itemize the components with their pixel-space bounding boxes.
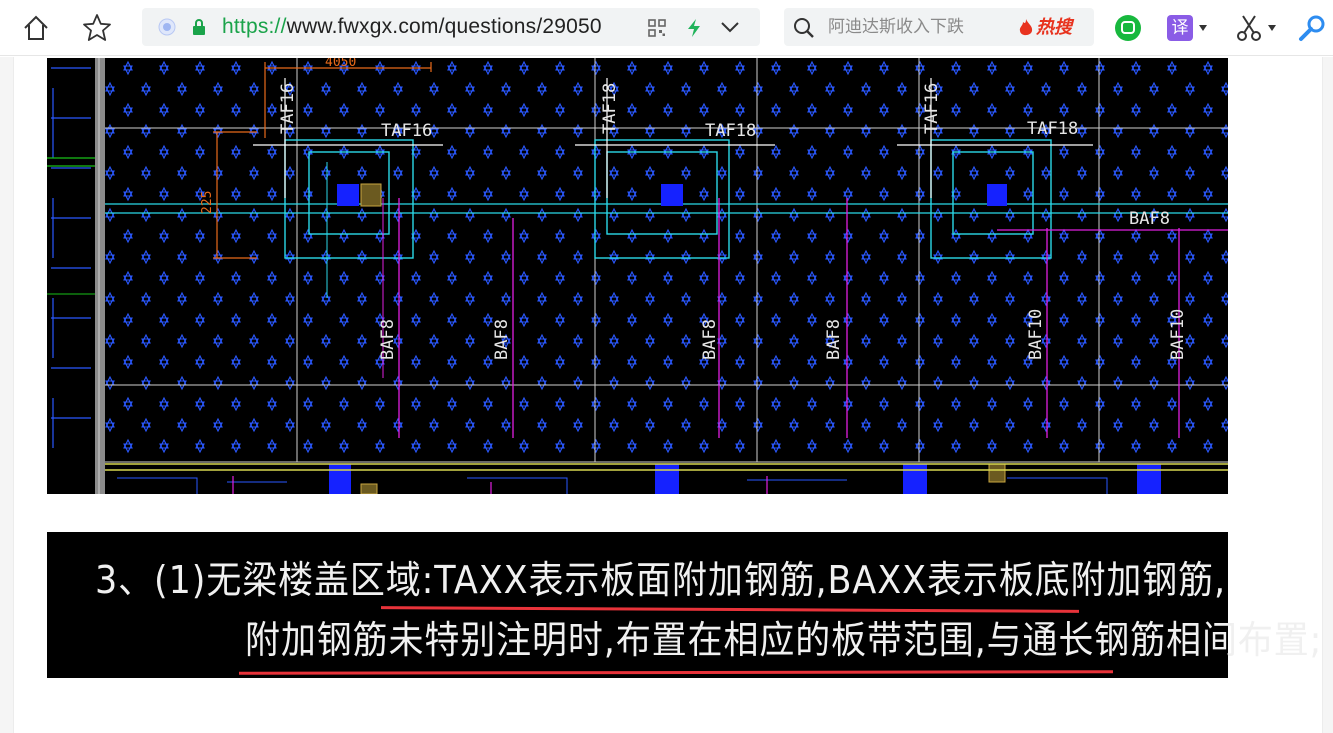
qr-code-icon[interactable] <box>648 19 666 37</box>
cad-label-top-2: TAF16 <box>381 121 432 141</box>
translate-label: 译 <box>1171 18 1189 38</box>
chat-button[interactable] <box>1110 10 1146 46</box>
cad-dimension-left: 225 <box>200 191 215 214</box>
chat-icon <box>1115 15 1141 41</box>
cad-dimension-top: 4050 <box>325 58 356 70</box>
cad-label-bottom-4: BAF8 <box>824 319 844 360</box>
magnifier-icon <box>1299 15 1325 41</box>
drawing-note-image: 3、(1)无梁楼盖区域:TAXX表示板面附加钢筋,BAXX表示板底附加钢筋, 附… <box>47 532 1321 678</box>
find-button[interactable] <box>1295 10 1329 46</box>
secure-lock-icon <box>193 19 205 35</box>
page-content: TAF16 TAF16 TAF18 TAF18 TAF16 TAF18 BAF8… <box>0 57 1333 733</box>
red-underline-1 <box>380 606 1080 613</box>
scrollbar-track[interactable] <box>1322 57 1333 733</box>
cad-label-top-5: TAF16 <box>922 83 942 134</box>
translate-button[interactable]: 译 <box>1164 10 1210 46</box>
cad-label-bottom-6: BAF10 <box>1168 309 1188 360</box>
hot-search-label[interactable]: 热搜 <box>1036 16 1072 38</box>
search-icon <box>794 18 814 38</box>
cad-label-top-1: TAF16 <box>278 83 298 134</box>
search-box[interactable]: 阿迪达斯收入下跌 热搜 <box>784 8 1094 46</box>
red-underline-2 <box>238 670 1114 675</box>
fire-icon <box>1019 19 1033 36</box>
site-status-icon <box>158 18 176 36</box>
cad-label-top-4: TAF18 <box>705 121 756 141</box>
chevron-down-icon[interactable] <box>720 21 740 33</box>
cad-label-bottom-2: BAF8 <box>492 319 512 360</box>
screenshot-dropdown-icon <box>1268 25 1276 31</box>
search-placeholder: 阿迪达斯收入下跌 <box>828 17 964 36</box>
address-bar[interactable]: https://www.fwxgx.com/questions/29050 <box>142 8 760 46</box>
lightning-icon[interactable] <box>686 18 702 38</box>
note-line-1: 3、(1)无梁楼盖区域:TAXX表示板面附加钢筋,BAXX表示板底附加钢筋, <box>95 558 1227 602</box>
cad-label-bottom-3: BAF8 <box>700 319 720 360</box>
bookmark-button[interactable] <box>79 10 115 46</box>
translate-icon: 译 <box>1167 15 1193 41</box>
cad-label-bottom-1: BAF8 <box>378 319 398 360</box>
cad-label-top-3: TAF18 <box>600 83 620 134</box>
cad-label-right: BAF8 <box>1129 209 1170 229</box>
star-icon <box>83 14 111 41</box>
note-line-2: 附加钢筋未特别注明时,布置在相应的板带范围,与通长钢筋相间布置; <box>245 618 1323 662</box>
screenshot-button[interactable] <box>1232 10 1280 46</box>
translate-dropdown-icon <box>1199 25 1207 31</box>
home-icon <box>24 15 48 40</box>
left-page-margin <box>0 57 14 733</box>
url-scheme: https:// <box>222 16 287 38</box>
cad-label-top-6: TAF18 <box>1027 119 1078 139</box>
cad-label-bottom-5: BAF10 <box>1026 309 1046 360</box>
home-button[interactable] <box>18 10 54 46</box>
scissors-icon <box>1237 15 1261 41</box>
cad-drawing-image: TAF16 TAF16 TAF18 TAF18 TAF16 TAF18 BAF8… <box>47 58 1228 494</box>
url-text: https://www.fwxgx.com/questions/29050 <box>222 16 642 38</box>
url-host-path: www.fwxgx.com/questions/29050 <box>286 16 602 38</box>
browser-toolbar: https://www.fwxgx.com/questions/29050 阿迪… <box>0 0 1333 56</box>
